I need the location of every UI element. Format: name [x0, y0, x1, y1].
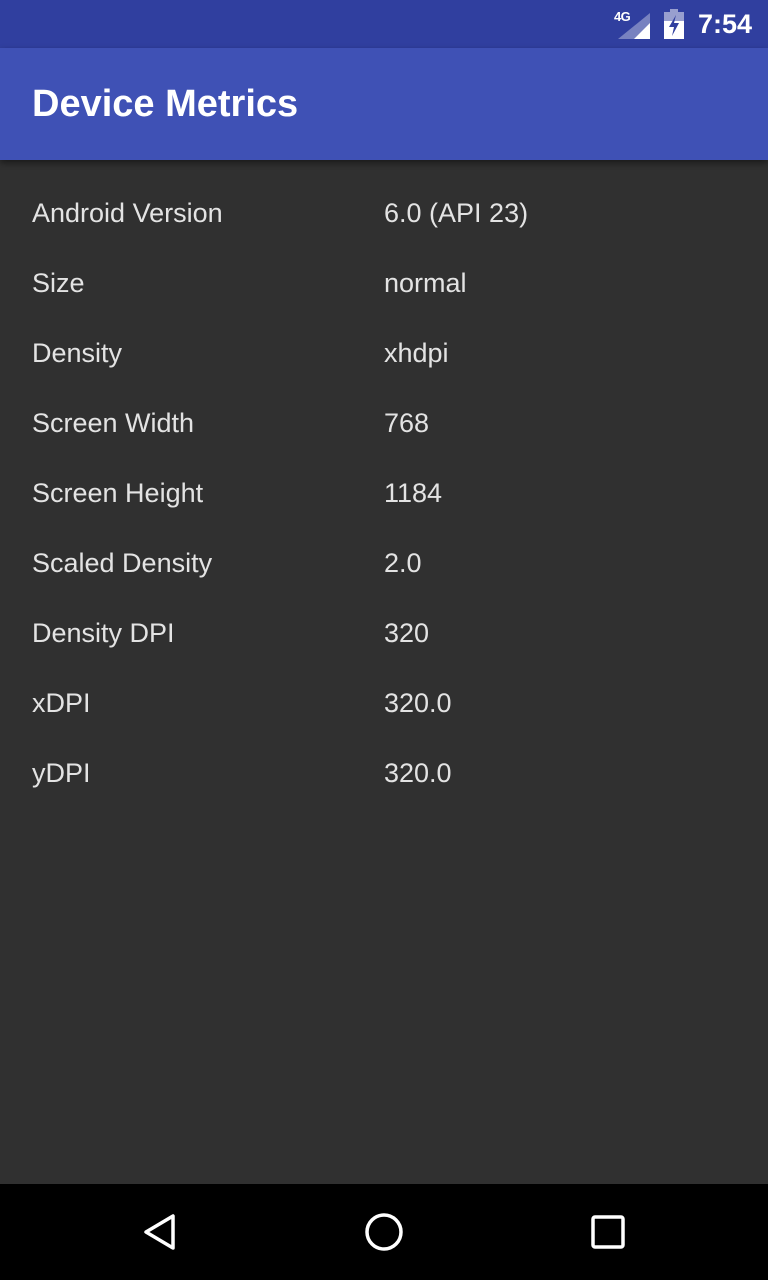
recents-icon	[591, 1215, 625, 1249]
back-icon	[144, 1214, 175, 1250]
metric-value: normal	[384, 267, 467, 298]
metric-row-screen-height: Screen Height 1184	[0, 458, 768, 528]
back-button[interactable]	[100, 1184, 220, 1280]
home-icon	[365, 1213, 403, 1251]
metric-label: Density	[32, 337, 123, 368]
signal-icon	[617, 13, 650, 39]
metric-label: Scaled Density	[32, 547, 213, 578]
metric-row-ydpi: yDPI 320.0	[0, 738, 768, 808]
app-title: Device Metrics	[32, 83, 299, 125]
status-icons: 4G 7:54	[614, 0, 752, 48]
device-screen: 4G 7:54 Device Metrics Android Version 6…	[0, 0, 768, 1280]
metric-label: Screen Height	[32, 477, 204, 508]
metric-row-android-version: Android Version 6.0 (API 23)	[0, 178, 768, 248]
battery-charging-icon	[663, 9, 684, 39]
metric-value: xhdpi	[384, 337, 449, 368]
metric-value: 320.0	[384, 757, 452, 788]
metric-value: 768	[384, 407, 430, 438]
metrics-content: Android Version 6.0 (API 23) Size normal…	[0, 160, 768, 1184]
clock: 7:54	[697, 8, 752, 39]
navigation-bar	[0, 1184, 768, 1280]
metric-row-scaled-density: Scaled Density 2.0	[0, 528, 768, 598]
metric-label: xDPI	[32, 687, 91, 718]
metric-label: Density DPI	[32, 617, 175, 648]
status-bar: 4G 7:54	[0, 0, 768, 48]
metric-value: 320.0	[384, 687, 452, 718]
metric-row-xdpi: xDPI 320.0	[0, 668, 768, 738]
metric-row-density: Density xhdpi	[0, 318, 768, 388]
metric-label: Size	[32, 267, 85, 298]
metric-value: 320	[384, 617, 430, 648]
metric-value: 1184	[384, 477, 443, 508]
metric-label: yDPI	[32, 757, 91, 788]
metric-value: 6.0 (API 23)	[384, 197, 529, 228]
metric-row-screen-width: Screen Width 768	[0, 388, 768, 458]
signal-indicator: 4G	[614, 9, 650, 39]
metric-row-density-dpi: Density DPI 320	[0, 598, 768, 668]
recents-button[interactable]	[548, 1184, 668, 1280]
metric-row-size: Size normal	[0, 248, 768, 318]
metric-value: 2.0	[384, 547, 422, 578]
metrics-list: Android Version 6.0 (API 23) Size normal…	[0, 160, 768, 808]
app-bar: Device Metrics	[0, 48, 768, 160]
battery-indicator	[663, 9, 684, 39]
metric-label: Screen Width	[32, 407, 195, 438]
metric-label: Android Version	[32, 197, 223, 228]
home-button[interactable]	[324, 1184, 444, 1280]
